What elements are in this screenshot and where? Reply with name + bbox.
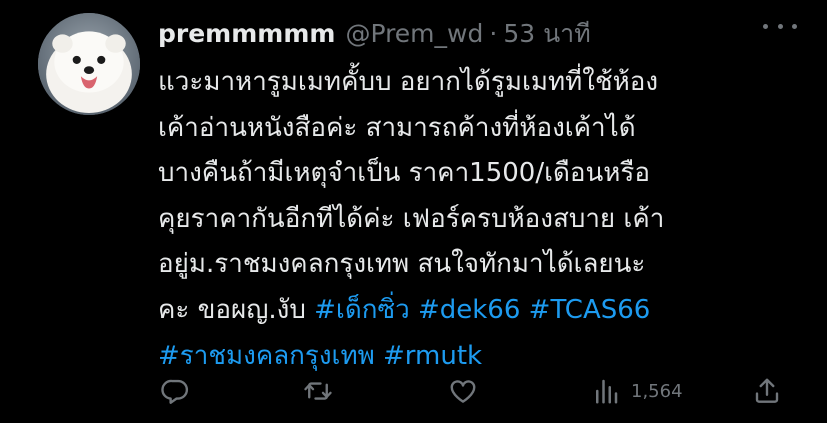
hashtag-dekziw[interactable]: #เด็กซิ่ว	[314, 295, 410, 325]
separator-dot: ·	[489, 19, 498, 48]
text-segment	[520, 295, 528, 325]
tweet-line: อยู่ม.ราชมงคลกรุงเทพ สนใจทักมาได้เลยนะ	[158, 242, 798, 288]
retweet-icon	[304, 382, 332, 400]
hashtag-rmutk-thai[interactable]: #ราชมงคลกรุงเทพ	[158, 341, 375, 371]
tweet-line: บางคืนถ้ามีเหตุจำเป็น ราคา1500/เดือนหรือ	[158, 151, 798, 197]
reply-icon	[161, 379, 189, 404]
text-segment: เค้าอ่านหนังสือค่ะ สามารถค้างที่ห้องเค้า…	[158, 112, 636, 143]
views-count: 1,564	[631, 380, 683, 402]
tweet-line: แวะมาหารูมเมทคั้บบ อยากได้รูมเมทที่ใช้ห้…	[158, 60, 798, 106]
text-segment	[410, 295, 418, 325]
avatar[interactable]	[38, 13, 140, 115]
share-button[interactable]	[752, 376, 782, 406]
action-bar: 1,564	[0, 370, 827, 414]
reply-button[interactable]	[160, 376, 200, 406]
timestamp[interactable]: 53 นาที	[503, 14, 590, 54]
text-segment	[375, 341, 383, 371]
tweet-text: แวะมาหารูมเมทคั้บบ อยากได้รูมเมทที่ใช้ห้…	[158, 60, 798, 379]
text-segment: บางคืนถ้ามีเหตุจำเป็น ราคา1500/เดือนหรือ	[158, 158, 650, 189]
like-button[interactable]	[448, 376, 488, 406]
text-segment: คุยราคากันอีกทีได้ค่ะ เฟอร์ครบห้องสบาย เ…	[158, 203, 665, 234]
display-name[interactable]: premmmmm	[158, 19, 335, 48]
hashtag-tcas66[interactable]: #TCAS66	[529, 295, 651, 325]
more-options-icon[interactable]	[763, 20, 797, 32]
tweet-line: คะ ขอผญ.งับ #เด็กซิ่ว #dek66 #TCAS66	[158, 288, 798, 334]
text-segment: คะ ขอผญ.งับ	[158, 294, 315, 325]
tweet-line: คุยราคากันอีกทีได้ค่ะ เฟอร์ครบห้องสบาย เ…	[158, 197, 798, 243]
share-icon	[755, 378, 779, 403]
views-icon	[596, 379, 618, 404]
views-button[interactable]: 1,564	[591, 376, 683, 406]
retweet-button[interactable]	[303, 376, 343, 406]
avatar-image	[38, 13, 140, 115]
tweet-header: premmmmm @Prem_wd · 53 นาที	[158, 14, 591, 50]
user-handle[interactable]: @Prem_wd	[345, 19, 483, 48]
text-segment: อยู่ม.ราชมงคลกรุงเทพ สนใจทักมาได้เลยนะ	[158, 249, 646, 280]
tweet-line: เค้าอ่านหนังสือค่ะ สามารถค้างที่ห้องเค้า…	[158, 106, 798, 152]
hashtag-rmutk[interactable]: #rmutk	[383, 341, 482, 371]
text-segment: แวะมาหารูมเมทคั้บบ อยากได้รูมเมทที่ใช้ห้…	[158, 67, 659, 97]
hashtag-dek66[interactable]: #dek66	[418, 295, 520, 325]
heart-icon	[450, 380, 476, 403]
tweet[interactable]: premmmmm @Prem_wd · 53 นาที แวะมาหารูมเม…	[0, 0, 827, 423]
